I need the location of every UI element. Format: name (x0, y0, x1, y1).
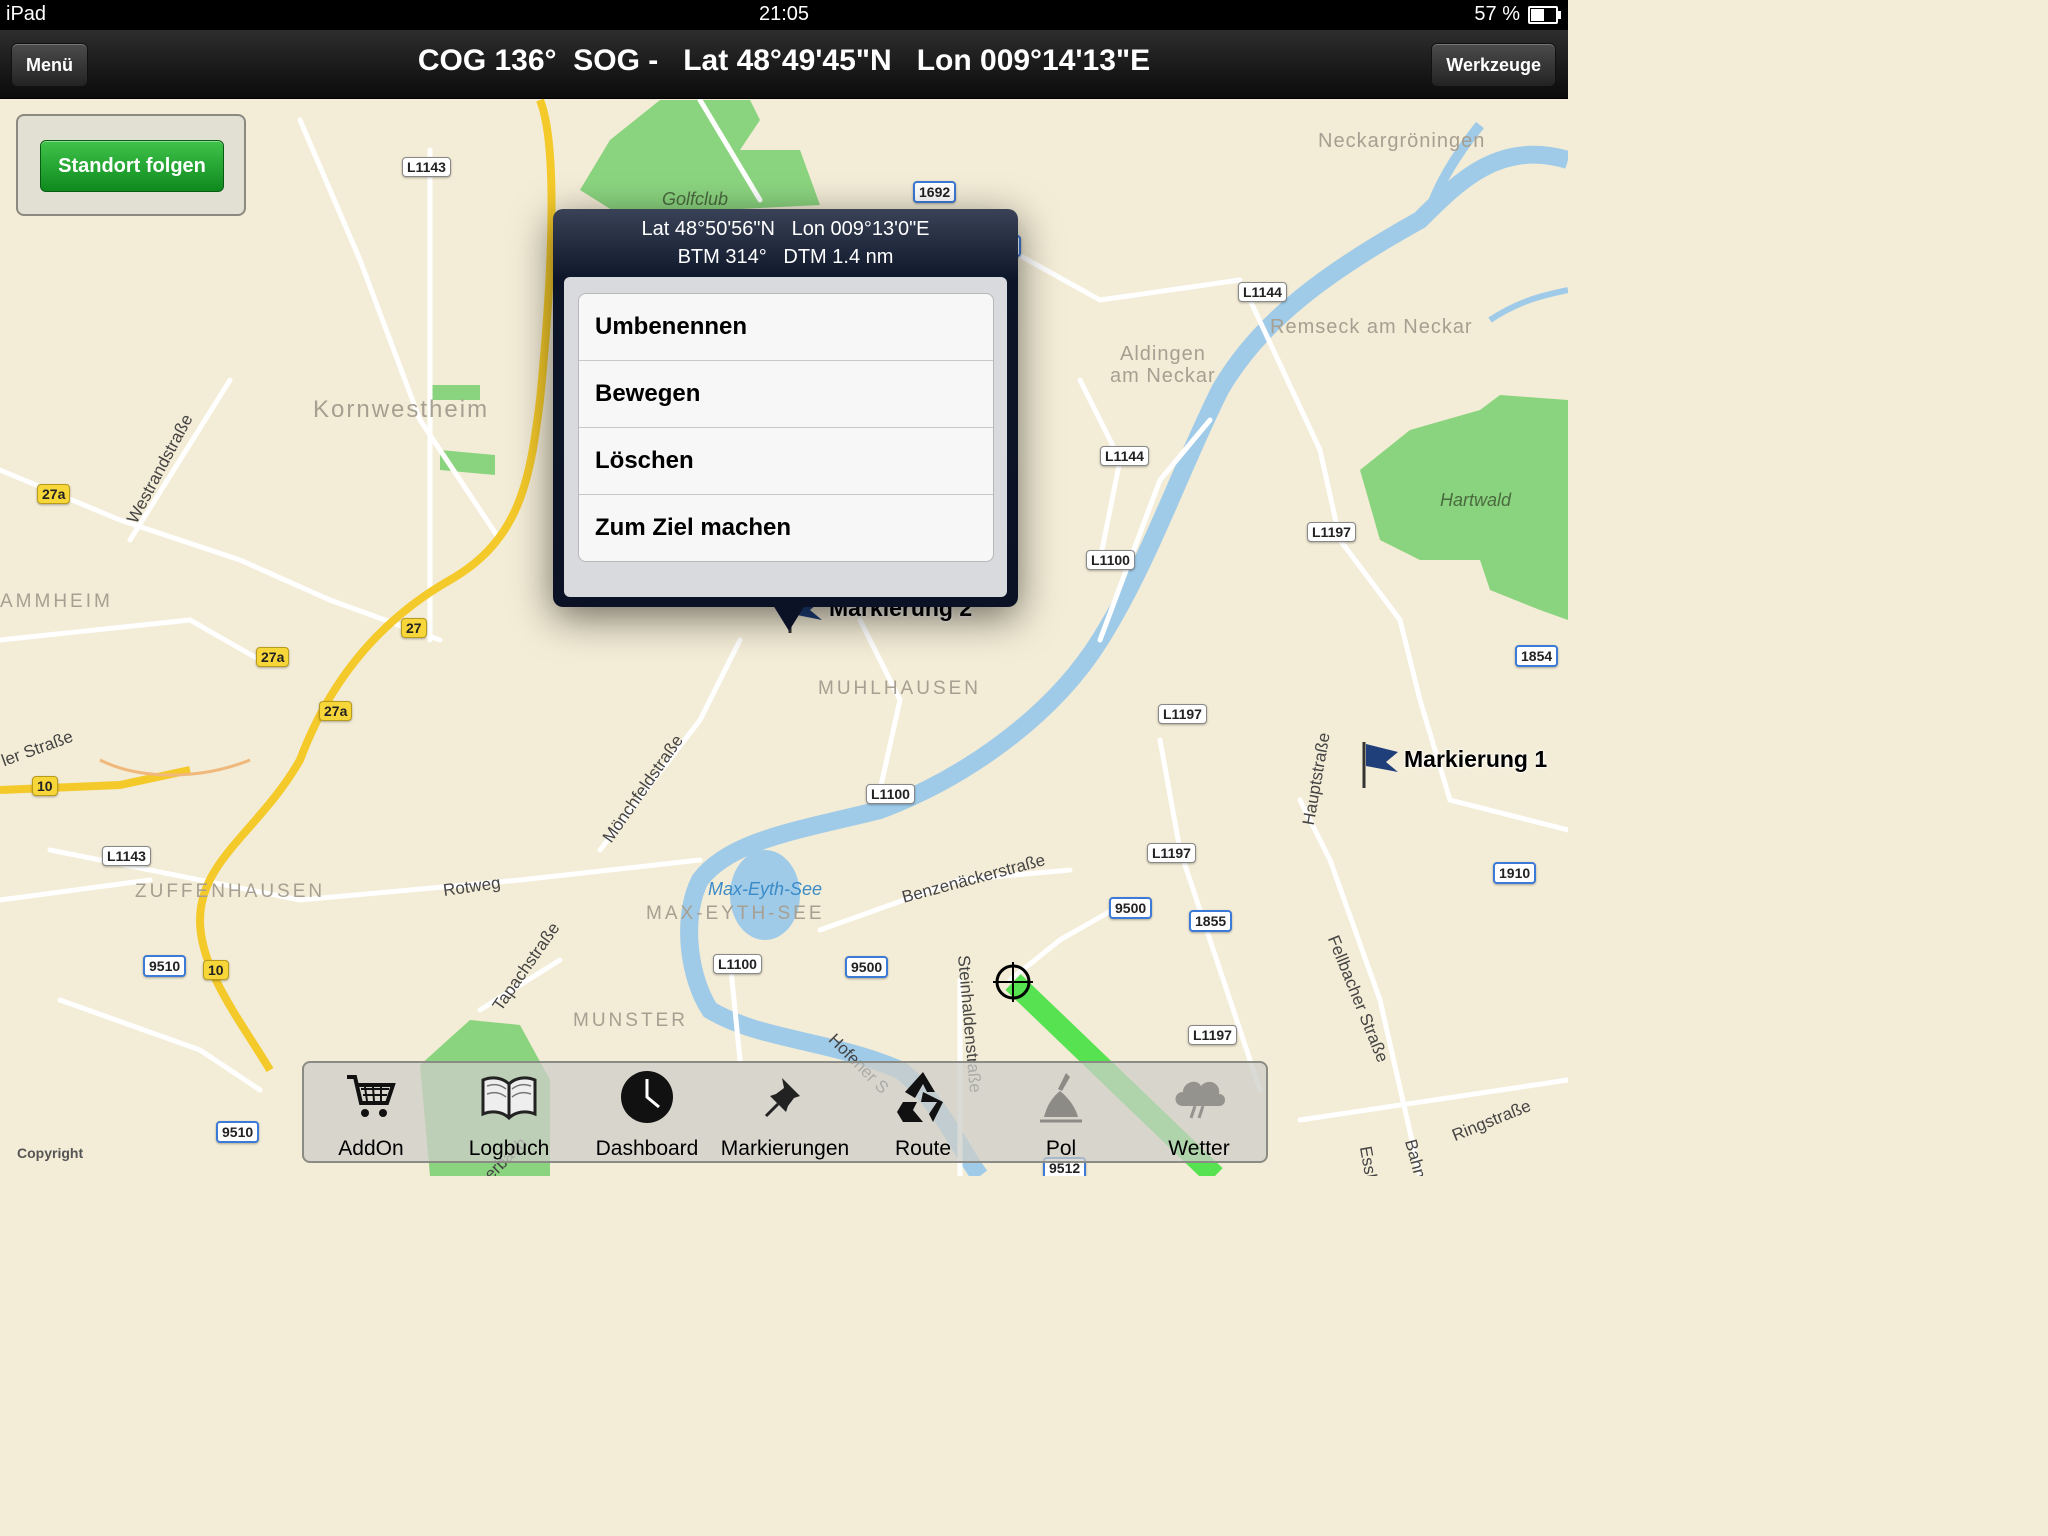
markers-button[interactable]: Markierungen (720, 1067, 850, 1161)
place-label: am Neckar (1110, 365, 1216, 387)
road-shield: 9500 (845, 956, 889, 978)
book-icon (444, 1067, 574, 1127)
popover-header: Lat 48°50'56"N Lon 009°13'0"E BTM 314° D… (553, 215, 1018, 271)
popover-menu: Umbenennen Bewegen Löschen Zum Ziel mach… (578, 293, 994, 562)
road-shield: L1197 (1147, 843, 1196, 863)
follow-location-button[interactable]: Standort folgen (40, 140, 224, 192)
bottom-toolbar: AddOn Logbuch Dashboard Markierungen Rou… (302, 1061, 1268, 1163)
navigation-bar: Menü COG 136° SOG - Lat 48°49'45"N Lon 0… (0, 30, 1568, 99)
marker-1-label[interactable]: Markierung 1 (1404, 746, 1547, 773)
road-shield: L1100 (713, 954, 762, 974)
road-shield: L1197 (1158, 704, 1207, 724)
road-shield: 27a (319, 701, 353, 721)
place-label: Max-Eyth-See (708, 879, 823, 899)
place-label: Kornwestheim (313, 396, 490, 423)
road-shield: 27a (256, 647, 290, 667)
dashboard-button[interactable]: Dashboard (582, 1067, 712, 1161)
road-shield: 1854 (1515, 645, 1559, 667)
battery-status: 57 % (1474, 3, 1561, 26)
addon-button[interactable]: AddOn (306, 1067, 436, 1161)
clock-icon (582, 1067, 712, 1127)
road-shield: L1100 (1086, 550, 1135, 570)
road-shield: L1143 (402, 157, 451, 177)
place-label: MUHLHAUSEN (818, 678, 982, 699)
popover-body: Umbenennen Bewegen Löschen Zum Ziel mach… (564, 277, 1007, 597)
pushpin-icon (720, 1067, 850, 1127)
move-menu-item[interactable]: Bewegen (579, 361, 993, 428)
place-label: Remseck am Neckar (1270, 316, 1473, 338)
polar-button[interactable]: Pol (996, 1067, 1126, 1161)
place-label: ZUFFENHAUSEN (135, 881, 326, 902)
recycle-icon (858, 1067, 988, 1127)
weather-button[interactable]: Wetter (1134, 1067, 1264, 1161)
road-shield: L1143 (102, 846, 151, 866)
road-shield: 1910 (1493, 862, 1537, 884)
road-shield: 9510 (216, 1121, 260, 1143)
cart-icon (306, 1067, 436, 1127)
road-shield: 10 (32, 776, 58, 796)
route-label: Route (894, 1137, 952, 1160)
road-shield: 10 (203, 960, 229, 980)
addon-label: AddOn (338, 1137, 404, 1160)
navigation-readout: COG 136° SOG - Lat 48°49'45"N Lon 009°14… (417, 44, 1151, 77)
place-label: Hartwald (1440, 490, 1512, 510)
status-bar: iPad 21:05 57 % (0, 0, 1568, 30)
markers-label: Markierungen (720, 1137, 850, 1160)
place-label: Neckargröningen (1318, 130, 1486, 152)
follow-location-panel: Standort folgen (16, 114, 246, 216)
road-shield: 27 (401, 618, 427, 638)
road-shield: 9510 (143, 955, 187, 977)
dashboard-label: Dashboard (595, 1137, 699, 1160)
place-label: Golfclub (662, 189, 729, 209)
status-time: 21:05 (758, 3, 810, 25)
road-shield: L1144 (1100, 446, 1149, 466)
battery-icon (1528, 5, 1561, 24)
road-shield: 1692 (913, 181, 957, 203)
road-shield: 27a (37, 484, 71, 504)
polar-label: Pol (1045, 1137, 1077, 1160)
road-shield: L1197 (1307, 522, 1356, 542)
set-destination-menu-item[interactable]: Zum Ziel machen (579, 495, 993, 561)
place-label: Aldingen (1120, 343, 1206, 365)
popover-bearing-distance: BTM 314° DTM 1.4 nm (677, 246, 894, 268)
road-shield: L1144 (1238, 282, 1287, 302)
road-shield: L1197 (1188, 1025, 1237, 1045)
polar-icon (996, 1067, 1126, 1127)
cloud-icon (1134, 1067, 1264, 1127)
road-shield: 9500 (1109, 897, 1153, 919)
place-label: AMMHEIM (0, 591, 113, 612)
copyright-link[interactable]: Copyright (17, 1145, 83, 1161)
weather-label: Wetter (1168, 1137, 1230, 1160)
tools-button[interactable]: Werkzeuge (1431, 43, 1556, 87)
battery-percent: 57 % (1474, 3, 1520, 25)
place-label: MAX-EYTH-SEE (646, 903, 825, 924)
logbook-button[interactable]: Logbuch (444, 1067, 574, 1161)
route-button[interactable]: Route (858, 1067, 988, 1161)
delete-menu-item[interactable]: Löschen (579, 428, 993, 495)
rename-menu-item[interactable]: Umbenennen (579, 294, 993, 361)
road-shield: L1100 (866, 784, 915, 804)
road-shield: 1855 (1189, 910, 1233, 932)
place-label: MUNSTER (573, 1010, 688, 1031)
marker-popover: Lat 48°50'56"N Lon 009°13'0"E BTM 314° D… (553, 209, 1018, 631)
popover-arrow (773, 605, 805, 631)
logbook-label: Logbuch (468, 1137, 550, 1160)
popover-coordinates: Lat 48°50'56"N Lon 009°13'0"E (641, 218, 930, 240)
